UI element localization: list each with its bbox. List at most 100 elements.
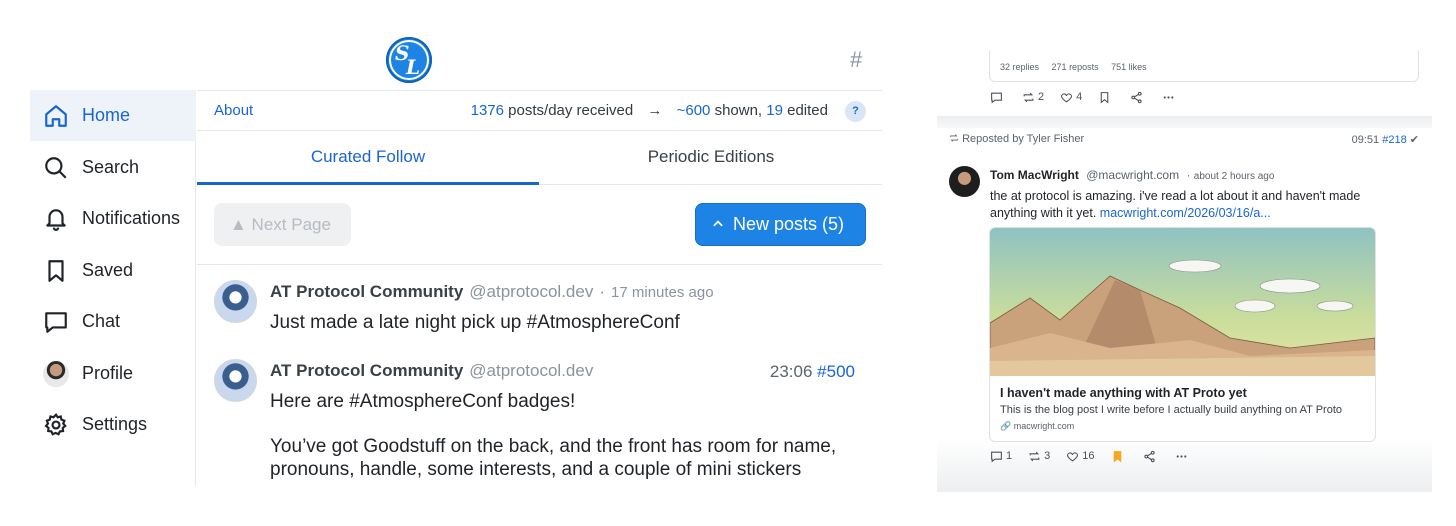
post-text: Here are #AtmosphereConf badges!: [270, 391, 576, 412]
reposts-count[interactable]: 271 reposts: [1052, 62, 1099, 72]
post-header: AT Protocol Community @atprotocol.dev: [270, 361, 593, 381]
check-icon: ✔: [1409, 134, 1419, 146]
post-header: Tom MacWright @macwright.com · about 2 h…: [990, 168, 1274, 182]
sidebar-item-label: Chat: [82, 311, 121, 331]
shown-label: shown,: [714, 102, 763, 119]
sidebar-item-label: Notifications: [82, 208, 181, 228]
card-description: This is the blog post I write before I a…: [1000, 404, 1343, 416]
reply-icon: [991, 451, 1002, 463]
app-panel: SL # Home Search Notifications Saved Cha…: [30, 30, 882, 486]
post-time[interactable]: about 2 hours ago: [1194, 171, 1275, 182]
repost-icon: [1029, 451, 1040, 461]
feed-stats: 1376 posts/day received → ~600 shown, 19…: [471, 102, 828, 119]
post-text: the at protocol is amazing. i've read a …: [990, 188, 1410, 222]
app-logo[interactable]: SL: [386, 37, 432, 83]
sidebar-item-search[interactable]: Search: [30, 142, 196, 193]
post-counts: 32 replies 271 reposts 751 likes: [1000, 62, 1157, 72]
repost-count: 3: [1044, 450, 1051, 462]
chevron-up-icon: [713, 220, 723, 227]
like-button[interactable]: 16: [1066, 450, 1095, 463]
link-preview-card[interactable]: I haven't made anything with AT Proto ye…: [989, 227, 1376, 442]
like-button[interactable]: 4: [1060, 91, 1082, 104]
post-text: Just made a late night pick up #Atmosphe…: [270, 312, 680, 333]
sidebar-item-chat[interactable]: Chat: [30, 296, 196, 347]
post-item[interactable]: AT Protocol Community @atprotocol.dev 23:…: [214, 359, 874, 486]
new-posts-button[interactable]: New posts (5): [695, 203, 866, 246]
help-button[interactable]: ?: [845, 101, 866, 122]
home-icon: [45, 104, 67, 127]
reposted-by[interactable]: Reposted by Tyler Fisher: [962, 133, 1084, 145]
post-header: AT Protocol Community @atprotocol.dev · 17 …: [270, 282, 714, 302]
hash-button[interactable]: #: [850, 47, 862, 73]
share-button[interactable]: [1130, 91, 1146, 104]
edited-label: edited: [787, 102, 828, 119]
share-button[interactable]: [1143, 450, 1159, 463]
like-count: 16: [1082, 450, 1095, 462]
like-count: 4: [1076, 91, 1083, 103]
separator-dot: ·: [1186, 168, 1191, 182]
sidebar-item-saved[interactable]: Saved: [30, 245, 196, 296]
post-link[interactable]: macwright.com/2026/03/16/a...: [1100, 206, 1271, 220]
replies-count[interactable]: 32 replies: [1000, 62, 1039, 72]
avatar[interactable]: [214, 280, 257, 323]
author-name[interactable]: AT Protocol Community: [270, 361, 463, 380]
post-number-link[interactable]: #500: [817, 362, 855, 381]
separator-dot: ·: [599, 282, 606, 301]
search-icon: [45, 156, 67, 179]
post-item[interactable]: AT Protocol Community @atprotocol.dev · 17 …: [214, 280, 874, 350]
repost-icon: [950, 134, 958, 142]
link-icon: 🔗: [1000, 421, 1012, 431]
new-posts-label: New posts (5): [733, 214, 845, 234]
post-time[interactable]: 17 minutes ago: [611, 284, 714, 301]
arrow-icon: →: [647, 102, 663, 119]
chat-icon: [45, 311, 67, 333]
post-time: 09:51: [1351, 134, 1380, 146]
card-domain-text: macwright.com: [1013, 421, 1075, 431]
next-page-button[interactable]: ▲ Next Page: [214, 203, 351, 246]
author-handle[interactable]: @atprotocol.dev: [469, 282, 593, 301]
post-actions: 1 3 16: [990, 448, 1207, 464]
sidebar-item-profile[interactable]: Profile: [30, 348, 196, 399]
likes-count[interactable]: 751 likes: [1111, 62, 1147, 72]
bookmark-button[interactable]: [1098, 91, 1114, 104]
shown-count: ~600: [676, 102, 711, 119]
reply-icon: [991, 92, 1002, 104]
author-name[interactable]: Tom MacWright: [990, 168, 1079, 182]
sidebar-item-home[interactable]: Home: [30, 90, 196, 141]
repost-button[interactable]: 3: [1028, 450, 1050, 463]
received-label: posts/day received: [508, 102, 634, 119]
reply-button[interactable]: 1: [990, 450, 1012, 463]
bookmark-icon: [1100, 91, 1109, 104]
sidebar-item-settings[interactable]: Settings: [30, 399, 196, 450]
post-timestamp: 23:06 #500: [770, 362, 855, 382]
author-handle[interactable]: @macwright.com: [1086, 168, 1179, 182]
more-icon: [1176, 454, 1186, 458]
more-button[interactable]: [1162, 91, 1178, 104]
author-handle[interactable]: @atprotocol.dev: [469, 361, 593, 380]
post-text: You’ve got Goodstuff on the back, and th…: [270, 436, 837, 457]
avatar[interactable]: [214, 359, 257, 402]
previous-post: 32 replies 271 reposts 751 likes 2 4: [937, 50, 1432, 116]
about-link[interactable]: About: [214, 102, 253, 119]
post-number-link[interactable]: #218: [1382, 134, 1406, 146]
divider: [937, 116, 1432, 128]
sidebar: Home Search Notifications Saved Chat Pro…: [30, 90, 196, 486]
more-button[interactable]: [1175, 450, 1191, 463]
share-icon: [1131, 91, 1142, 103]
gear-icon: [44, 412, 67, 436]
reply-count: 1: [1006, 450, 1013, 462]
bookmark-button[interactable]: [1111, 450, 1127, 463]
sidebar-item-label: Saved: [82, 260, 134, 280]
repost-button[interactable]: 2: [1022, 91, 1044, 104]
sidebar-item-notifications[interactable]: Notifications: [30, 193, 196, 244]
avatar[interactable]: [949, 166, 980, 197]
sidebar-item-label: Settings: [82, 414, 148, 434]
tab-curated-follow[interactable]: Curated Follow: [197, 131, 539, 185]
share-icon: [1143, 450, 1155, 462]
received-count: 1376: [470, 102, 504, 119]
pagination-row: ▲ Next Page New posts (5): [197, 185, 882, 265]
tab-periodic-editions[interactable]: Periodic Editions: [540, 131, 882, 185]
card-domain: 🔗 macwright.com: [1000, 421, 1074, 432]
reply-button[interactable]: [990, 91, 1006, 104]
author-name[interactable]: AT Protocol Community: [270, 282, 463, 301]
